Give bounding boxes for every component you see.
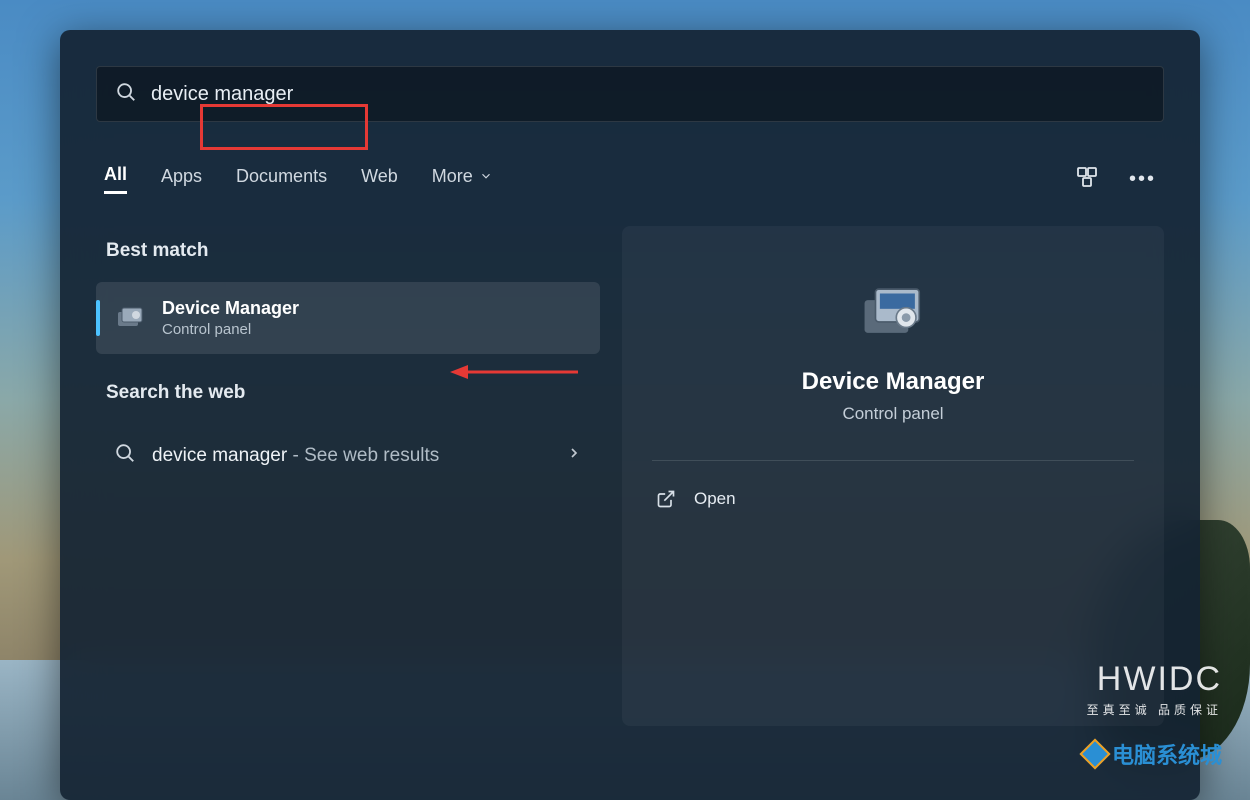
result-subtitle: Control panel <box>162 321 299 338</box>
device-manager-icon <box>114 302 146 334</box>
search-input[interactable] <box>151 83 1145 106</box>
results-column: Best match Device Manager Control panel … <box>96 226 600 726</box>
divider <box>652 460 1134 461</box>
tab-web[interactable]: Web <box>361 166 398 193</box>
open-action[interactable]: Open <box>652 475 1134 523</box>
detail-panel: Device Manager Control panel Open <box>622 226 1164 726</box>
open-action-label: Open <box>694 489 736 509</box>
device-manager-large-icon <box>858 276 928 346</box>
more-options-icon[interactable]: ••• <box>1129 168 1156 191</box>
search-icon <box>114 442 136 469</box>
recent-apps-icon[interactable] <box>1075 165 1099 194</box>
tab-more-label: More <box>432 166 473 187</box>
web-result-item[interactable]: device manager - See web results <box>96 424 600 487</box>
tab-documents[interactable]: Documents <box>236 166 327 193</box>
start-search-panel: All Apps Documents Web More ••• Best mat… <box>60 30 1200 800</box>
best-match-label: Best match <box>96 226 600 282</box>
search-bar[interactable] <box>96 66 1164 122</box>
chevron-right-icon <box>566 445 582 466</box>
open-external-icon <box>656 489 676 509</box>
watermark-site: 电脑系统城 <box>1084 738 1222 770</box>
chevron-down-icon <box>479 169 493 183</box>
result-title: Device Manager <box>162 298 299 319</box>
watermark-hwidc: HWIDC 至真至诚 品质保证 <box>1087 660 1222 718</box>
detail-subtitle: Control panel <box>842 404 943 424</box>
search-icon <box>115 81 137 108</box>
search-web-label: Search the web <box>96 354 600 424</box>
detail-title: Device Manager <box>802 368 985 396</box>
tab-apps[interactable]: Apps <box>161 166 202 193</box>
tab-more[interactable]: More <box>432 166 493 193</box>
web-result-text: device manager - See web results <box>152 445 439 467</box>
tab-all[interactable]: All <box>104 164 127 194</box>
result-device-manager[interactable]: Device Manager Control panel <box>96 282 600 354</box>
filter-tabs: All Apps Documents Web More ••• <box>60 140 1200 208</box>
